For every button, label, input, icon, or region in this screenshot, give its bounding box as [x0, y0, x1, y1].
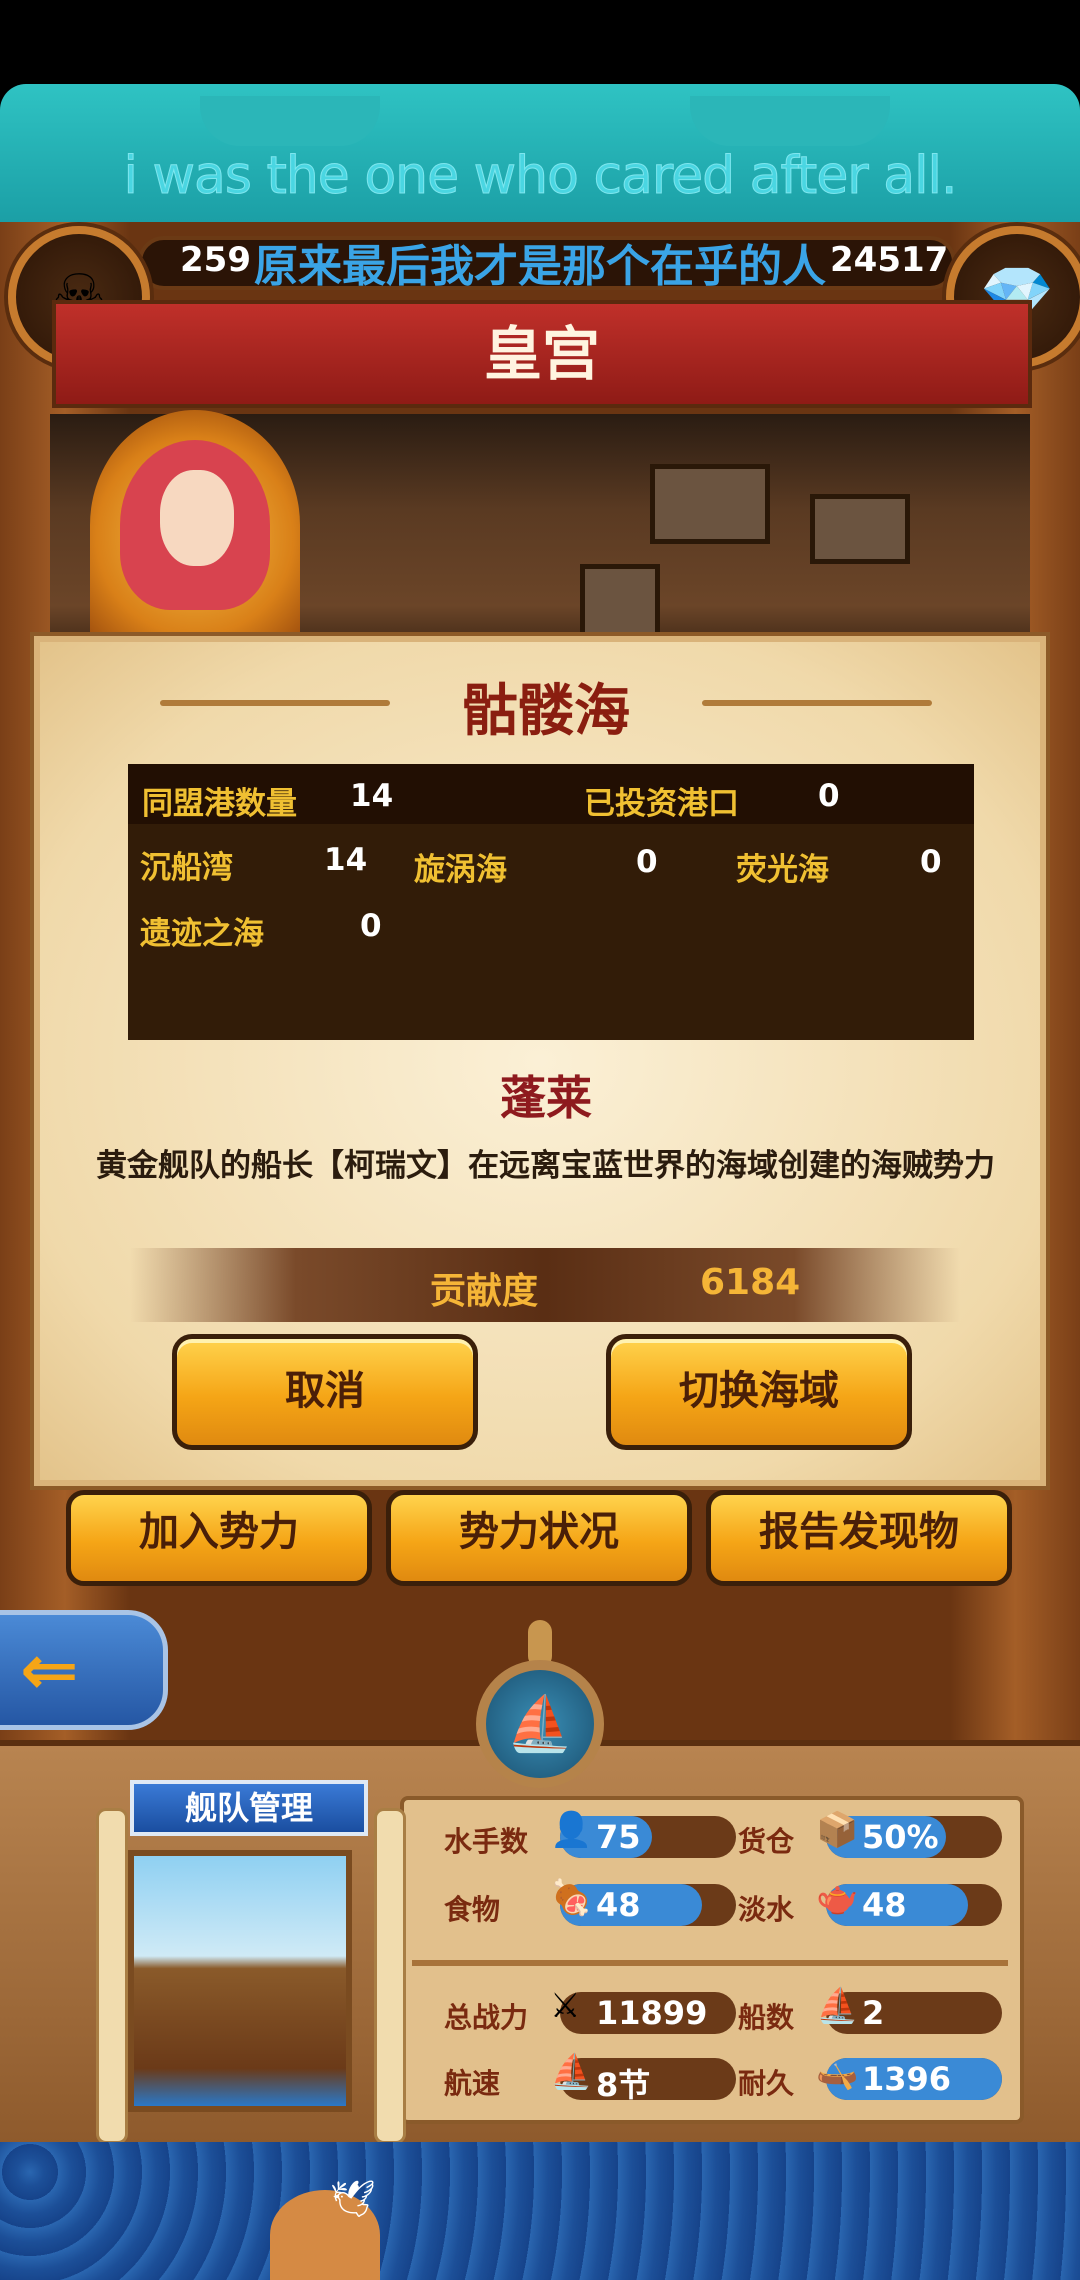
ships-label: 船数 — [738, 2001, 795, 2034]
faction-name: 蓬莱 — [500, 1071, 592, 1125]
invested-ports-label: 已投资港口 — [584, 786, 739, 822]
seagull-icon: 🕊 — [330, 2179, 376, 2220]
durability-value: 1396 — [862, 2060, 952, 2098]
speed-pill: ⛵ 8节 — [550, 2052, 736, 2104]
region-label: 沉船湾 — [140, 850, 233, 886]
npc-face — [160, 470, 234, 566]
region-label: 荧光海 — [736, 852, 829, 888]
faction-status-label: 势力状况 — [459, 1509, 619, 1555]
sail-icon: ⛵ — [550, 2052, 593, 2092]
report-discovery-label: 报告发现物 — [759, 1509, 959, 1555]
durability-pill: 🛶 1396 — [816, 2052, 1002, 2100]
back-button[interactable]: ⇐ — [0, 1610, 168, 1730]
cancel-button[interactable]: 取消 — [172, 1334, 478, 1450]
fleet-management-label: 舰队管理 — [184, 1789, 313, 1827]
cargo-pill: 📦 50% — [816, 1810, 1002, 1858]
contribution-value: 6184 — [700, 1262, 801, 1303]
wall-painting — [810, 494, 910, 564]
water-jug-icon: 🫖 — [816, 1878, 859, 1918]
speed-value: 8节 — [596, 2066, 651, 2104]
sea-name: 骷髅海 — [462, 679, 630, 744]
region-label: 遗迹之海 — [140, 916, 264, 952]
sailors-pill: 👤 75 — [550, 1810, 736, 1858]
fleet-divider — [412, 1960, 1008, 1966]
join-faction-button[interactable]: 加入势力 — [66, 1490, 372, 1586]
report-discovery-button[interactable]: 报告发现物 — [706, 1490, 1012, 1586]
contribution-bar: 贡献度 6184 — [130, 1248, 960, 1322]
water-value: 48 — [862, 1886, 907, 1924]
food-pill: 🍖 48 — [550, 1878, 736, 1926]
food-label: 食物 — [444, 1893, 501, 1926]
allied-ports-value: 14 — [350, 778, 394, 814]
ships-pill: ⛵ 2 — [816, 1986, 1002, 2034]
cargo-label: 货仓 — [738, 1825, 795, 1858]
crate-icon: 📦 — [816, 1810, 859, 1850]
scroll-rod-left — [96, 1808, 128, 2144]
meat-icon: 🍖 — [550, 1878, 593, 1918]
join-faction-label: 加入势力 — [139, 1509, 299, 1555]
sailor-icon: 👤 — [550, 1810, 593, 1850]
ship-icon: ⛵ — [816, 1986, 859, 2026]
region-value: 0 — [360, 908, 382, 944]
helm-button[interactable]: ⛵ — [440, 1620, 640, 1790]
cargo-value: 50% — [862, 1818, 939, 1856]
switch-sea-button-label: 切换海域 — [679, 1368, 839, 1414]
sailors-label: 水手数 — [444, 1825, 529, 1858]
switch-sea-button[interactable]: 切换海域 — [606, 1334, 912, 1450]
location-title-bar: 皇宫 — [52, 300, 1032, 408]
sea-info-dialog: 骷髅海 同盟港数量 14 已投资港口 0 沉船湾 14 旋涡海 0 荧光海 0 … — [34, 636, 1046, 1486]
sea-background — [0, 2142, 1080, 2280]
swords-icon: ⚔ — [550, 1986, 581, 2026]
helm-boat-icon: ⛵ — [506, 1692, 574, 1755]
region-value: 14 — [324, 842, 368, 878]
water-pill: 🫖 48 — [816, 1878, 1002, 1926]
ship-image[interactable] — [128, 1850, 352, 2112]
speed-label: 航速 — [444, 2067, 501, 2100]
banner-notch — [200, 96, 380, 146]
invested-ports-value: 0 — [818, 778, 840, 814]
fleet-management-ribbon[interactable]: 舰队管理 — [130, 1780, 368, 1836]
location-title: 皇宫 — [483, 320, 600, 388]
power-label: 总战力 — [444, 2001, 529, 2034]
sailors-value: 75 — [596, 1818, 641, 1856]
game-screen: 259 24517 ☠ 💎 i was the one who cared af… — [0, 0, 1080, 2280]
faction-status-button[interactable]: 势力状况 — [386, 1490, 692, 1586]
region-value: 0 — [636, 844, 658, 880]
power-value: 11899 — [596, 1994, 708, 2032]
subtitle-english: i was the one who cared after all. — [123, 146, 958, 207]
sea-stats-panel: 同盟港数量 14 已投资港口 0 沉船湾 14 旋涡海 0 荧光海 0 遗迹之海… — [128, 764, 974, 1040]
power-pill: ⚔ 11899 — [550, 1986, 736, 2034]
region-label: 旋涡海 — [414, 852, 507, 888]
contribution-label: 贡献度 — [430, 1271, 539, 1312]
npc-portrait — [90, 410, 300, 640]
banner-notch — [690, 96, 890, 146]
hull-icon: 🛶 — [816, 2052, 859, 2092]
water-label: 淡水 — [738, 1893, 795, 1926]
ships-value: 2 — [862, 1994, 885, 2032]
food-value: 48 — [596, 1886, 641, 1924]
region-value: 0 — [920, 844, 942, 880]
subtitle-chinese: 原来最后我才是那个在乎的人 — [254, 241, 826, 292]
allied-ports-label: 同盟港数量 — [142, 786, 297, 822]
cancel-button-label: 取消 — [285, 1368, 365, 1414]
back-arrow-icon: ⇐ — [20, 1629, 79, 1711]
faction-description: 黄金舰队的船长【柯瑞文】在远离宝蓝世界的海域创建的海贼势力 — [96, 1148, 995, 1184]
durability-label: 耐久 — [738, 2067, 795, 2100]
wall-painting — [650, 464, 770, 544]
scroll-rod-right — [374, 1808, 406, 2144]
